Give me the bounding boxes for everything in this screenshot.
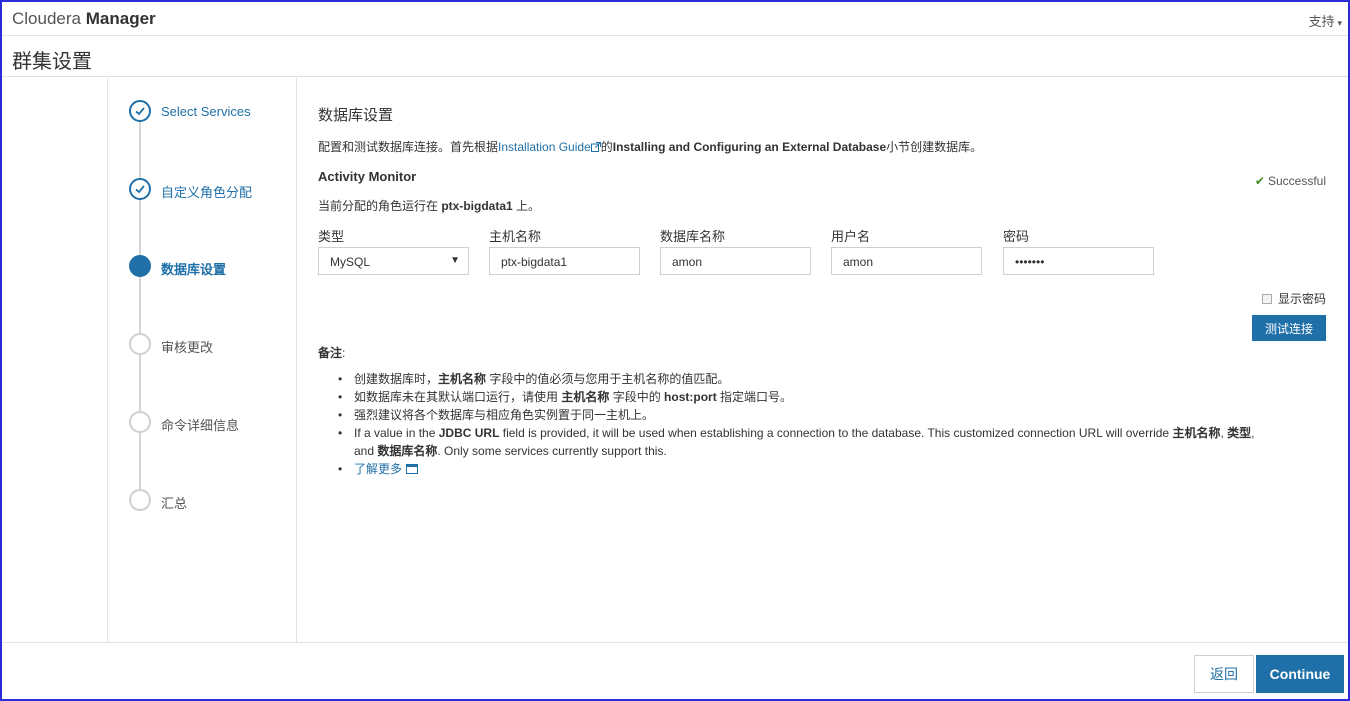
wizard-step-review-changes[interactable]: 审核更改 <box>129 333 297 357</box>
brand-name-light: Cloudera <box>12 9 81 28</box>
host-name-input[interactable]: ptx-bigdata1 <box>489 247 640 275</box>
notes-list: 创建数据库时，主机名称 字段中的值必须与您用于主机名称的值匹配。 如数据库未在其… <box>338 370 1338 478</box>
type-label: 类型 <box>318 229 345 244</box>
check-circle-icon <box>129 178 151 200</box>
caret-down-icon: ▼ <box>450 255 460 266</box>
wizard-step-label: Select Services <box>161 104 251 119</box>
external-link-icon <box>590 142 601 152</box>
note-text: . Only some services currently support t… <box>437 444 667 458</box>
empty-circle-icon <box>129 489 151 511</box>
intro-prefix: 配置和测试数据库连接。首先根据 <box>318 140 499 154</box>
host-prefix: 当前分配的角色运行在 <box>318 199 442 213</box>
intro-bold: Installing and Configuring an External D… <box>612 140 887 154</box>
notes-title: 备注: <box>318 344 345 361</box>
intro-mid: 的 <box>600 140 613 154</box>
db-name-input[interactable]: amon <box>660 247 811 275</box>
note-text: 字段中的值必须与您用于主机名称的值匹配。 <box>486 372 730 386</box>
wizard-step-label: 自定义角色分配 <box>161 185 253 200</box>
db-name-label: 数据库名称 <box>660 229 726 244</box>
brand-logo[interactable]: Cloudera Manager <box>12 9 156 29</box>
empty-circle-icon <box>129 333 151 355</box>
status-text: Successful <box>1267 174 1326 188</box>
empty-circle-icon <box>129 411 151 433</box>
list-item: 强烈建议将各个数据库与相应角色实例置于同一主机上。 <box>338 406 1338 424</box>
note-text: field is provided, it will be used when … <box>499 426 1173 440</box>
list-item: 创建数据库时，主机名称 字段中的值必须与您用于主机名称的值匹配。 <box>338 370 1338 388</box>
wizard-step-label: 汇总 <box>161 496 188 511</box>
db-type-value: MySQL <box>330 255 371 269</box>
wizard-progress-line <box>139 111 141 501</box>
filled-circle-icon <box>129 255 151 277</box>
host-info: 当前分配的角色运行在 ptx-bigdata1 上。 <box>318 197 540 214</box>
username-input[interactable]: amon <box>831 247 982 275</box>
wizard-step-label: 审核更改 <box>161 340 214 355</box>
show-password-toggle[interactable]: 显示密码 <box>1261 290 1326 307</box>
left-gutter <box>4 78 108 642</box>
brand-name-bold: Manager <box>85 9 156 28</box>
host-name: ptx-bigdata1 <box>441 199 513 213</box>
section-title: 数据库设置 <box>318 107 394 124</box>
test-connection-button[interactable]: 测试连接 <box>1252 315 1326 341</box>
popup-window-icon <box>406 464 419 474</box>
note-text: 指定端口号。 <box>716 390 793 404</box>
password-input[interactable]: ••••••• <box>1003 247 1154 275</box>
checkmark-icon: ✔ <box>1254 174 1265 188</box>
list-item: 了解更多 <box>338 460 1338 478</box>
note-text: If a value in the <box>354 426 439 440</box>
app-window: Cloudera Manager 支持 ▾ 群集设置 Select Service… <box>0 0 1350 701</box>
db-type-select[interactable]: MySQL ▼ <box>318 247 469 275</box>
page-title: 群集设置 <box>12 51 92 73</box>
wizard-step-command-details[interactable]: 命令详细信息 <box>129 411 297 435</box>
main-content: 数据库设置 配置和测试数据库连接。首先根据Installation Guide 的… <box>318 78 1332 638</box>
page-header: 群集设置 <box>2 37 1348 77</box>
back-button[interactable]: 返回 <box>1194 655 1254 693</box>
note-text: 字段中的 <box>609 390 665 404</box>
intro-suffix: 小节创建数据库。 <box>886 140 983 154</box>
password-label: 密码 <box>1003 229 1030 244</box>
check-circle-icon <box>129 100 151 122</box>
service-title: Activity Monitor <box>318 169 417 184</box>
note-text: 创建数据库时， <box>354 372 439 386</box>
username-label: 用户名 <box>831 229 871 244</box>
note-bold: 主机名称 <box>561 390 610 404</box>
installation-guide-link[interactable]: Installation Guide <box>498 140 591 154</box>
wizard-step-select-services[interactable]: Select Services <box>129 100 297 124</box>
note-text: , <box>1251 426 1255 440</box>
notes-colon: : <box>342 346 346 360</box>
wizard-step-label: 数据库设置 <box>161 262 227 277</box>
note-bold: 主机名称 <box>1172 426 1221 440</box>
list-item: If a value in the JDBC URL field is prov… <box>338 424 1338 460</box>
status-badge: ✔ Successful <box>1255 174 1326 188</box>
learn-more-link[interactable]: 了解更多 <box>354 462 402 476</box>
support-label: 支持 <box>1308 14 1335 29</box>
host-suffix: 上。 <box>512 199 541 213</box>
note-bold: JDBC URL <box>438 426 500 440</box>
note-text: 如数据库未在其默认端口运行，请使用 <box>354 390 562 404</box>
list-item: 如数据库未在其默认端口运行，请使用 主机名称 字段中的 host:port 指定… <box>338 388 1338 406</box>
chevron-down-icon: ▾ <box>1337 18 1342 28</box>
note-bold: 类型 <box>1227 426 1252 440</box>
wizard-steps: Select Services 自定义角色分配 数据库设置 审核更改 命令详细信… <box>109 78 297 642</box>
host-label: 主机名称 <box>489 229 542 244</box>
wizard-step-custom-role-assignment[interactable]: 自定义角色分配 <box>129 178 297 202</box>
notes-title-text: 备注 <box>318 346 343 360</box>
wizard-footer: 返回 Continue <box>2 642 1348 699</box>
continue-button[interactable]: Continue <box>1256 655 1344 693</box>
wizard-step-database-setup[interactable]: 数据库设置 <box>129 255 297 279</box>
show-password-checkbox[interactable] <box>1261 294 1272 304</box>
wizard-step-label: 命令详细信息 <box>161 418 240 433</box>
note-bold: 主机名称 <box>438 372 487 386</box>
note-bold: 数据库名称 <box>377 444 438 458</box>
intro-text: 配置和测试数据库连接。首先根据Installation Guide 的Instal… <box>318 138 982 155</box>
note-text: and <box>354 444 378 458</box>
show-password-label: 显示密码 <box>1277 292 1326 306</box>
wizard-step-summary[interactable]: 汇总 <box>129 489 297 513</box>
note-bold: host:port <box>664 390 717 404</box>
support-menu[interactable]: 支持 ▾ <box>1308 11 1342 30</box>
top-navbar: Cloudera Manager 支持 ▾ <box>2 2 1348 36</box>
